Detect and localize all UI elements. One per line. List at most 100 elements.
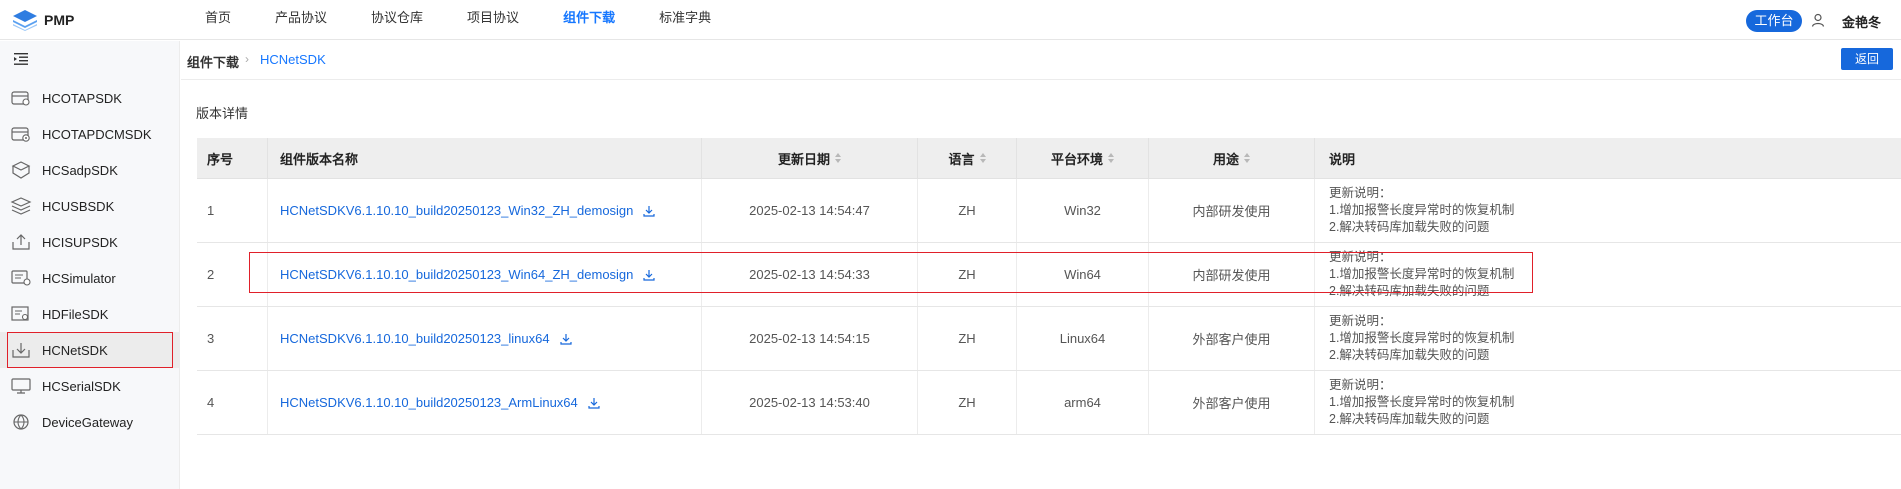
header-usage-label: 用途 bbox=[1212, 151, 1239, 167]
cell-date: 2025-02-13 14:54:47 bbox=[702, 179, 918, 242]
sort-icon[interactable] bbox=[1244, 153, 1250, 163]
desc-line: 更新说明： bbox=[1329, 186, 1392, 200]
header-platform-label: 平台环境 bbox=[1050, 151, 1103, 167]
sidebar-item-devicegateway[interactable]: DeviceGateway bbox=[0, 404, 180, 440]
header-date-label: 更新日期 bbox=[777, 151, 830, 167]
cell-name: HCNetSDKV6.1.10.10_build20250123_linux64 bbox=[268, 307, 702, 370]
header-date[interactable]: 更新日期 bbox=[702, 138, 918, 178]
file-search-icon bbox=[11, 306, 29, 321]
sidebar-item-label: HCSadpSDK bbox=[42, 162, 118, 178]
sort-icon[interactable] bbox=[835, 153, 841, 163]
sidebar-item-label: HCSimulator bbox=[42, 270, 116, 286]
nav-item-home[interactable]: 首页 bbox=[205, 0, 231, 40]
logo-text: PMP bbox=[44, 12, 75, 28]
sidebar-item-hdfilesdk[interactable]: HDFileSDK bbox=[0, 296, 180, 332]
sidebar-item-hcserialsdk[interactable]: HCSerialSDK bbox=[0, 368, 180, 404]
cell-platform: Linux64 bbox=[1017, 307, 1149, 370]
gateway-icon bbox=[13, 414, 29, 430]
desc-line: 1.增加报警长度异常时的恢复机制 bbox=[1329, 331, 1515, 345]
cell-lang: ZH bbox=[918, 371, 1017, 434]
sidebar-item-label: HCOTAPSDK bbox=[42, 90, 122, 106]
nav-item-protocol-repo[interactable]: 协议仓库 bbox=[371, 0, 423, 40]
header-index: 序号 bbox=[197, 138, 268, 178]
nav-item-project-protocol[interactable]: 项目协议 bbox=[467, 0, 519, 40]
sidebar-item-hcisupsdk[interactable]: HCISUPSDK bbox=[0, 224, 180, 260]
main-nav: 首页 产品协议 协议仓库 项目协议 组件下载 标准字典 bbox=[205, 0, 755, 40]
download-icon[interactable] bbox=[559, 333, 572, 345]
header-usage[interactable]: 用途 bbox=[1149, 138, 1315, 178]
sort-icon[interactable] bbox=[1108, 153, 1114, 163]
cell-index: 3 bbox=[197, 307, 268, 370]
cell-index: 1 bbox=[197, 179, 268, 242]
user-icon[interactable] bbox=[1811, 13, 1825, 27]
desc-line: 更新说明： bbox=[1329, 314, 1392, 328]
sidebar-item-hcotapdcmsdk[interactable]: HCOTAPDCMSDK bbox=[0, 116, 180, 152]
header-lang[interactable]: 语言 bbox=[918, 138, 1017, 178]
sidebar-item-label: HCOTAPDCMSDK bbox=[42, 126, 152, 142]
table-row: 3 HCNetSDKV6.1.10.10_build20250123_linux… bbox=[197, 307, 1901, 371]
desc-line: 2.解决转码库加载失败的问题 bbox=[1329, 220, 1490, 234]
nav-item-standard-dictionary[interactable]: 标准字典 bbox=[659, 0, 711, 40]
version-download-link[interactable]: HCNetSDKV6.1.10.10_build20250123_ArmLinu… bbox=[280, 395, 578, 410]
cell-date: 2025-02-13 14:53:40 bbox=[702, 371, 918, 434]
cell-lang: ZH bbox=[918, 307, 1017, 370]
desc-line: 更新说明： bbox=[1329, 378, 1392, 392]
cell-desc: 更新说明： 1.增加报警长度异常时的恢复机制 2.解决转码库加载失败的问题 bbox=[1315, 179, 1901, 242]
breadcrumb-current: HCNetSDK bbox=[260, 52, 326, 67]
cell-desc: 更新说明： 1.增加报警长度异常时的恢复机制 2.解决转码库加载失败的问题 bbox=[1315, 371, 1901, 434]
sidebar-item-hcusbsdk[interactable]: HCUSBSDK bbox=[0, 188, 180, 224]
user-name[interactable]: 金艳冬 bbox=[1842, 12, 1881, 31]
section-title: 版本详情 bbox=[196, 106, 249, 121]
layers-icon bbox=[10, 197, 32, 215]
back-button[interactable]: 返回 bbox=[1841, 48, 1893, 70]
breadcrumb-separator-icon: › bbox=[245, 52, 249, 66]
menu-collapse-icon[interactable] bbox=[14, 53, 28, 65]
desc-line: 1.增加报警长度异常时的恢复机制 bbox=[1329, 395, 1515, 409]
cell-desc: 更新说明： 1.增加报警长度异常时的恢复机制 2.解决转码库加载失败的问题 bbox=[1315, 307, 1901, 370]
workbench-button[interactable]: 工作台 bbox=[1746, 10, 1802, 32]
desc-line: 2.解决转码库加载失败的问题 bbox=[1329, 412, 1490, 426]
desc-line: 1.增加报警长度异常时的恢复机制 bbox=[1329, 203, 1515, 217]
sidebar-item-hcsadpsdk[interactable]: HCSadpSDK bbox=[0, 152, 180, 188]
sidebar-item-hcotapsdk[interactable]: HCOTAPSDK bbox=[0, 80, 180, 116]
sidebar-item-label: HDFileSDK bbox=[42, 306, 109, 322]
cell-name: HCNetSDKV6.1.10.10_build20250123_Win32_Z… bbox=[268, 179, 702, 242]
cell-name: HCNetSDKV6.1.10.10_build20250123_ArmLinu… bbox=[268, 371, 702, 434]
highlight-box-row bbox=[249, 252, 1533, 293]
simulator-icon bbox=[11, 270, 31, 286]
download-icon[interactable] bbox=[588, 397, 600, 409]
sort-icon[interactable] bbox=[979, 153, 986, 163]
nav-item-product-protocol[interactable]: 产品协议 bbox=[275, 0, 327, 40]
sidebar: HCOTAPSDK HCOTAPDCMSDK HCSadpSDK HCUSBSD… bbox=[0, 41, 180, 489]
nav-item-component-download[interactable]: 组件下载 bbox=[563, 0, 615, 40]
cell-platform: arm64 bbox=[1017, 371, 1149, 434]
version-download-link[interactable]: HCNetSDKV6.1.10.10_build20250123_Win32_Z… bbox=[280, 203, 633, 218]
sidebar-item-label: HCISUPSDK bbox=[42, 234, 118, 250]
header-platform[interactable]: 平台环境 bbox=[1017, 138, 1149, 178]
version-download-link[interactable]: HCNetSDKV6.1.10.10_build20250123_linux64 bbox=[280, 331, 550, 346]
breadcrumb-parent[interactable]: 组件下载 bbox=[187, 52, 239, 71]
header-desc-label: 说明 bbox=[1329, 151, 1356, 167]
sidebar-item-hcsimulator[interactable]: HCSimulator bbox=[0, 260, 180, 296]
header-desc: 说明 bbox=[1315, 138, 1901, 178]
cell-usage: 内部研发使用 bbox=[1149, 179, 1315, 242]
header-index-label: 序号 bbox=[207, 151, 234, 167]
breadcrumb: 组件下载 › HCNetSDK 返回 bbox=[181, 41, 1901, 80]
cell-usage: 外部客户使用 bbox=[1149, 371, 1315, 434]
header-name: 组件版本名称 bbox=[268, 138, 702, 178]
logo-icon bbox=[13, 10, 37, 31]
package-icon bbox=[11, 91, 30, 106]
table-row: 1 HCNetSDKV6.1.10.10_build20250123_Win32… bbox=[197, 179, 1901, 243]
cell-date: 2025-02-13 14:54:15 bbox=[702, 307, 918, 370]
header-name-label: 组件版本名称 bbox=[280, 151, 359, 167]
cube-icon bbox=[11, 161, 31, 179]
cell-platform: Win32 bbox=[1017, 179, 1149, 242]
monitor-icon bbox=[11, 378, 31, 394]
sidebar-item-label: HCUSBSDK bbox=[42, 198, 115, 214]
cell-usage: 外部客户使用 bbox=[1149, 307, 1315, 370]
sidebar-item-label: DeviceGateway bbox=[42, 414, 134, 430]
top-header: PMP 首页 产品协议 协议仓库 项目协议 组件下载 标准字典 工作台 金艳冬 bbox=[0, 0, 1901, 40]
package-settings-icon bbox=[11, 127, 30, 142]
logo[interactable]: PMP bbox=[12, 8, 74, 32]
download-icon[interactable] bbox=[643, 205, 656, 217]
